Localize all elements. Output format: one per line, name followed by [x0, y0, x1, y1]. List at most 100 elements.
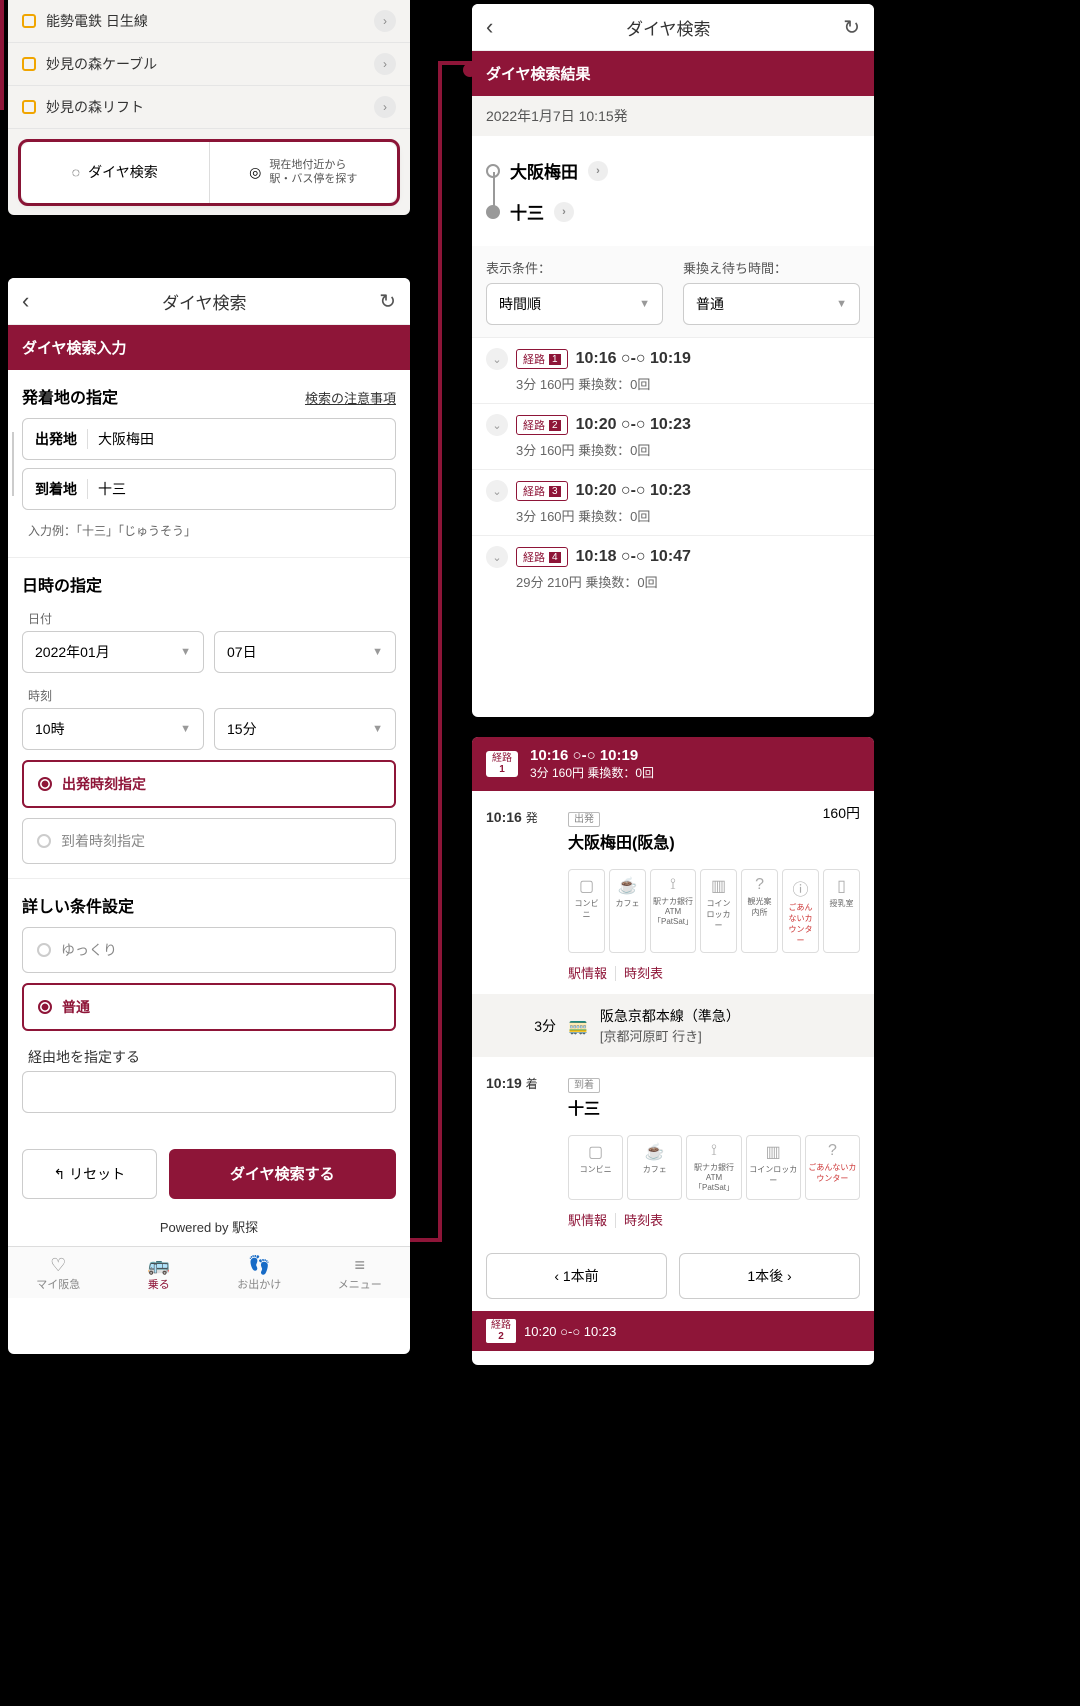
sort-select[interactable]: 時間順 ▼	[486, 283, 663, 325]
station-info-link[interactable]: 駅情報	[568, 966, 616, 981]
select-value: 2022年01月	[35, 642, 110, 662]
search-button[interactable]: ダイヤ検索する	[169, 1149, 396, 1199]
flow-arrow	[405, 60, 475, 1255]
tab-label: 乗る	[148, 1279, 170, 1291]
facility-icon[interactable]: ▯授乳室	[823, 869, 860, 953]
facility-icon[interactable]: ▢コンビニ	[568, 1135, 623, 1200]
route-times: 10:18 ○-○ 10:47	[576, 548, 691, 566]
screen-route-detail: 経路1 10:16 ○-○ 10:19 3分 160円 乗換数：0回 160円 …	[472, 737, 874, 1365]
tab-myhankyu[interactable]: ♡マイ阪急	[8, 1247, 109, 1298]
tab-ride[interactable]: 🚌乗る	[109, 1247, 210, 1298]
back-button[interactable]: ‹	[486, 14, 493, 40]
nearby-search-button[interactable]: ◎ 現在地付近から駅・バス停を探す	[210, 142, 398, 203]
route-item[interactable]: ⌄ 経路 4 10:18 ○-○ 10:47 29分 210円 乗換数：0回	[472, 535, 874, 601]
pace-normal-radio[interactable]: 普通	[22, 983, 396, 1031]
od-connector	[12, 432, 14, 496]
hour-select[interactable]: 10時 ▼	[22, 708, 204, 750]
facility-glyph-icon: ☕	[630, 1142, 679, 1162]
station-info-link[interactable]: 駅情報	[568, 1213, 616, 1228]
arrival-field[interactable]: 到着地 十三	[22, 468, 396, 510]
departure-field[interactable]: 出発地 大阪梅田	[22, 418, 396, 460]
facility-icon[interactable]: ⓘごあんないカウンター	[782, 869, 819, 953]
expand-icon: ⌄	[486, 480, 508, 502]
reset-button[interactable]: ↰ リセット	[22, 1149, 157, 1199]
rail-line-item[interactable]: 妙見の森ケーブル›	[8, 43, 410, 86]
flow-connector	[0, 0, 4, 110]
reload-button[interactable]: ↻	[379, 289, 396, 314]
dep-suffix: 発	[526, 811, 538, 825]
input-hint: 入力例：「十三」「じゅうそう」	[22, 518, 396, 543]
facility-icons: ▢コンビニ☕カフェ⟟駅ナカ銀行ATM「PatSat」▥コインロッカー?ごあんない…	[568, 1135, 860, 1200]
route-meta: 3分 160円 乗換数：0回	[486, 440, 860, 459]
select-value: 10時	[35, 719, 65, 739]
facility-icon[interactable]: ☕カフェ	[627, 1135, 682, 1200]
radio-off-icon	[37, 834, 51, 848]
next-route-header[interactable]: 経路2 10:20 ○-○ 10:23	[472, 1311, 874, 1351]
button-label: ダイヤ検索	[88, 162, 158, 182]
tab-menu[interactable]: ≡メニュー	[310, 1247, 411, 1298]
facility-icon[interactable]: ?観光案内所	[741, 869, 778, 953]
facility-icon[interactable]: ☕カフェ	[609, 869, 646, 953]
timetable-link[interactable]: 時刻表	[624, 1213, 671, 1228]
month-select[interactable]: 2022年01月▼	[22, 631, 204, 673]
route-item[interactable]: ⌄ 経路 3 10:20 ○-○ 10:23 3分 160円 乗換数：0回	[472, 469, 874, 535]
prev-train-button[interactable]: ‹ 1本前	[486, 1253, 667, 1299]
radio-label: ゆっくり	[61, 940, 117, 960]
tab-label: お出かけ	[237, 1279, 281, 1291]
facility-glyph-icon: ?	[744, 876, 775, 894]
chevron-right-icon[interactable]: ›	[554, 202, 574, 222]
chevron-down-icon: ▼	[639, 298, 650, 310]
chevron-right-icon[interactable]: ›	[588, 161, 608, 181]
filter-label: 表示条件：	[486, 258, 663, 277]
route-badge: 経路1	[486, 751, 518, 777]
back-button[interactable]: ‹	[22, 288, 29, 314]
arr-tag: 到着	[568, 1078, 600, 1093]
button-label: 現在地付近から駅・バス停を探す	[269, 158, 357, 187]
route-list: ⌄ 経路 1 10:16 ○-○ 10:19 3分 160円 乗換数：0回⌄ 経…	[472, 337, 874, 601]
facility-icon[interactable]: ▥コインロッカー	[746, 1135, 801, 1200]
route-detail-header: 経路1 10:16 ○-○ 10:19 3分 160円 乗換数：0回	[472, 737, 874, 791]
minute-select[interactable]: 15分▼	[214, 708, 396, 750]
fare: 160円	[823, 803, 860, 823]
screen-rail-list: 能勢電鉄 日生線› 妙見の森ケーブル› 妙見の森リフト› ◌ ダイヤ検索 ◎ 現…	[8, 0, 410, 215]
route-times: 10:20 ○-○ 10:23	[576, 482, 691, 500]
select-value: 時間順	[499, 294, 541, 314]
tab-outing[interactable]: 👣お出かけ	[209, 1247, 310, 1298]
sub-label: 日付	[22, 606, 396, 631]
pace-slow-radio[interactable]: ゆっくり	[22, 927, 396, 973]
diagram-search-button[interactable]: ◌ ダイヤ検索	[21, 142, 210, 203]
wait-select[interactable]: 普通▼	[683, 283, 860, 325]
station-links: 駅情報時刻表	[568, 1210, 860, 1229]
highlight-box: ◌ ダイヤ検索 ◎ 現在地付近から駅・バス停を探す	[18, 139, 400, 206]
rail-line-item[interactable]: 能勢電鉄 日生線›	[8, 0, 410, 43]
day-select[interactable]: 07日▼	[214, 631, 396, 673]
reload-button[interactable]: ↻	[843, 15, 860, 40]
search-timestamp: 2022年1月7日 10:15発	[472, 96, 874, 136]
facility-icon[interactable]: ▥コインロッカー	[700, 869, 737, 953]
departure-time-radio[interactable]: 出発時刻指定	[22, 760, 396, 808]
rail-line-item[interactable]: 妙見の森リフト›	[8, 86, 410, 129]
radio-off-icon	[37, 943, 51, 957]
section-heading: 詳しい条件設定	[22, 893, 134, 917]
route-badge: 経路2	[486, 1319, 516, 1343]
field-value: 十三	[98, 479, 126, 499]
facility-icon[interactable]: ?ごあんないカウンター	[805, 1135, 860, 1200]
facility-icon[interactable]: ⟟駅ナカ銀行ATM「PatSat」	[686, 1135, 741, 1200]
timetable-link[interactable]: 時刻表	[624, 966, 671, 981]
facility-icon[interactable]: ⟟駅ナカ銀行ATM「PatSat」	[650, 869, 696, 953]
facility-icon[interactable]: ▢コンビニ	[568, 869, 605, 953]
train-icon: 🚃	[568, 1016, 588, 1036]
chevron-down-icon: ▼	[180, 723, 191, 735]
radio-label: 出発時刻指定	[62, 774, 146, 794]
route-item[interactable]: ⌄ 経路 2 10:20 ○-○ 10:23 3分 160円 乗換数：0回	[472, 403, 874, 469]
next-train-button[interactable]: 1本後 ›	[679, 1253, 860, 1299]
arrival-time-radio[interactable]: 到着時刻指定	[22, 818, 396, 864]
button-label: 1本後	[747, 1268, 783, 1284]
powered-by: Powered by 駅探	[8, 1213, 410, 1246]
section-conditions: 詳しい条件設定 ゆっくり 普通 経由地を指定する	[8, 878, 410, 1135]
notes-link[interactable]: 検索の注意事項	[305, 388, 396, 407]
via-input[interactable]	[22, 1071, 396, 1113]
chevron-right-icon: ›	[374, 53, 396, 75]
radio-label: 到着時刻指定	[61, 831, 145, 851]
route-item[interactable]: ⌄ 経路 1 10:16 ○-○ 10:19 3分 160円 乗換数：0回	[472, 337, 874, 403]
